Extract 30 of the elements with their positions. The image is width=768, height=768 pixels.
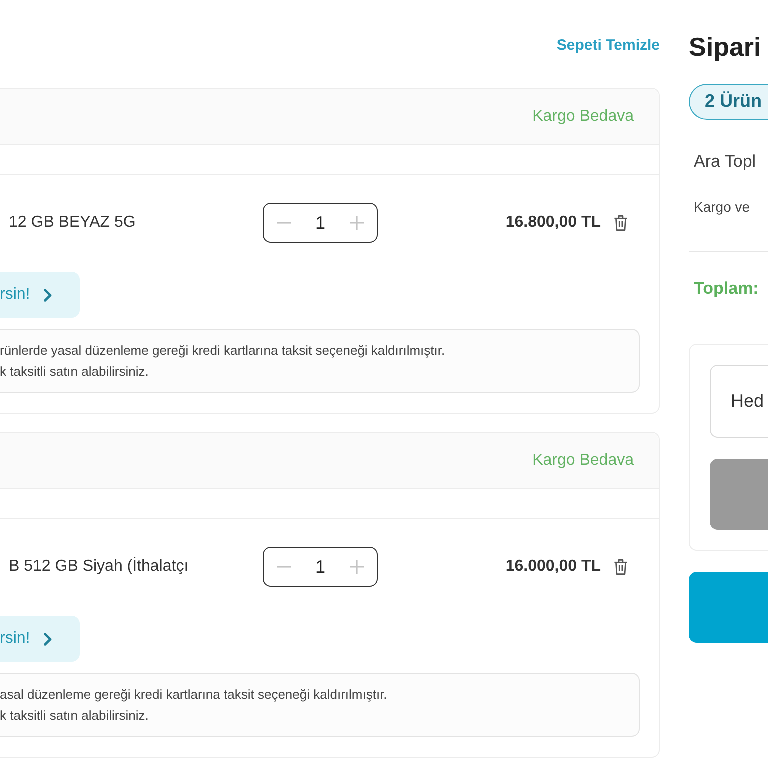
trash-icon[interactable] bbox=[614, 559, 628, 575]
product-title: B 512 GB Siyah (İthalatçı bbox=[8, 556, 190, 577]
trash-icon[interactable] bbox=[614, 215, 628, 231]
shipping-label: Kargo ve bbox=[693, 198, 750, 217]
summary-title: Sipari bbox=[689, 32, 762, 62]
clear-cart-link[interactable]: Sepeti Temizle bbox=[556, 37, 660, 55]
price-text: 16.800,00 TL bbox=[506, 214, 601, 232]
installment-notice: rünlerde yasal düzenleme gereği kredi kartlarına taksit seçeneği kaldırılmıştır. k taksitli satın alabilirsiniz. bbox=[0, 329, 640, 393]
free-shipping-label: Kargo Bedava bbox=[532, 450, 634, 470]
price-text: 16.000,00 TL bbox=[506, 558, 601, 576]
quantity-value: 1 bbox=[315, 212, 326, 234]
campaign-button[interactable]: rsin! bbox=[0, 616, 80, 662]
quantity-stepper[interactable]: 1 bbox=[263, 203, 378, 243]
total-label: Toplam: bbox=[693, 278, 759, 300]
installment-notice: asal düzenleme gereği kredi kartlarına taksit seçeneği kaldırılmıştır. k taksitli satın alabilirsiniz. bbox=[0, 673, 640, 737]
chevron-right-icon bbox=[44, 288, 52, 302]
item-count-badge: 2 Ürün bbox=[689, 84, 768, 120]
chevron-right-icon bbox=[44, 632, 52, 646]
minus-icon[interactable] bbox=[277, 222, 291, 224]
plus-icon[interactable] bbox=[350, 216, 364, 230]
checkout-button[interactable] bbox=[689, 572, 768, 643]
free-shipping-label: Kargo Bedava bbox=[532, 106, 634, 126]
minus-icon[interactable] bbox=[277, 566, 291, 568]
quantity-stepper[interactable]: 1 bbox=[263, 547, 378, 587]
quantity-value: 1 bbox=[315, 556, 326, 578]
gift-code-field[interactable]: Hed bbox=[710, 365, 768, 438]
subtotal-label: Ara Topl bbox=[693, 151, 756, 173]
product-title: 12 GB BEYAZ 5G bbox=[8, 213, 137, 233]
campaign-button[interactable]: rsin! bbox=[0, 272, 80, 318]
plus-icon[interactable] bbox=[350, 560, 364, 574]
